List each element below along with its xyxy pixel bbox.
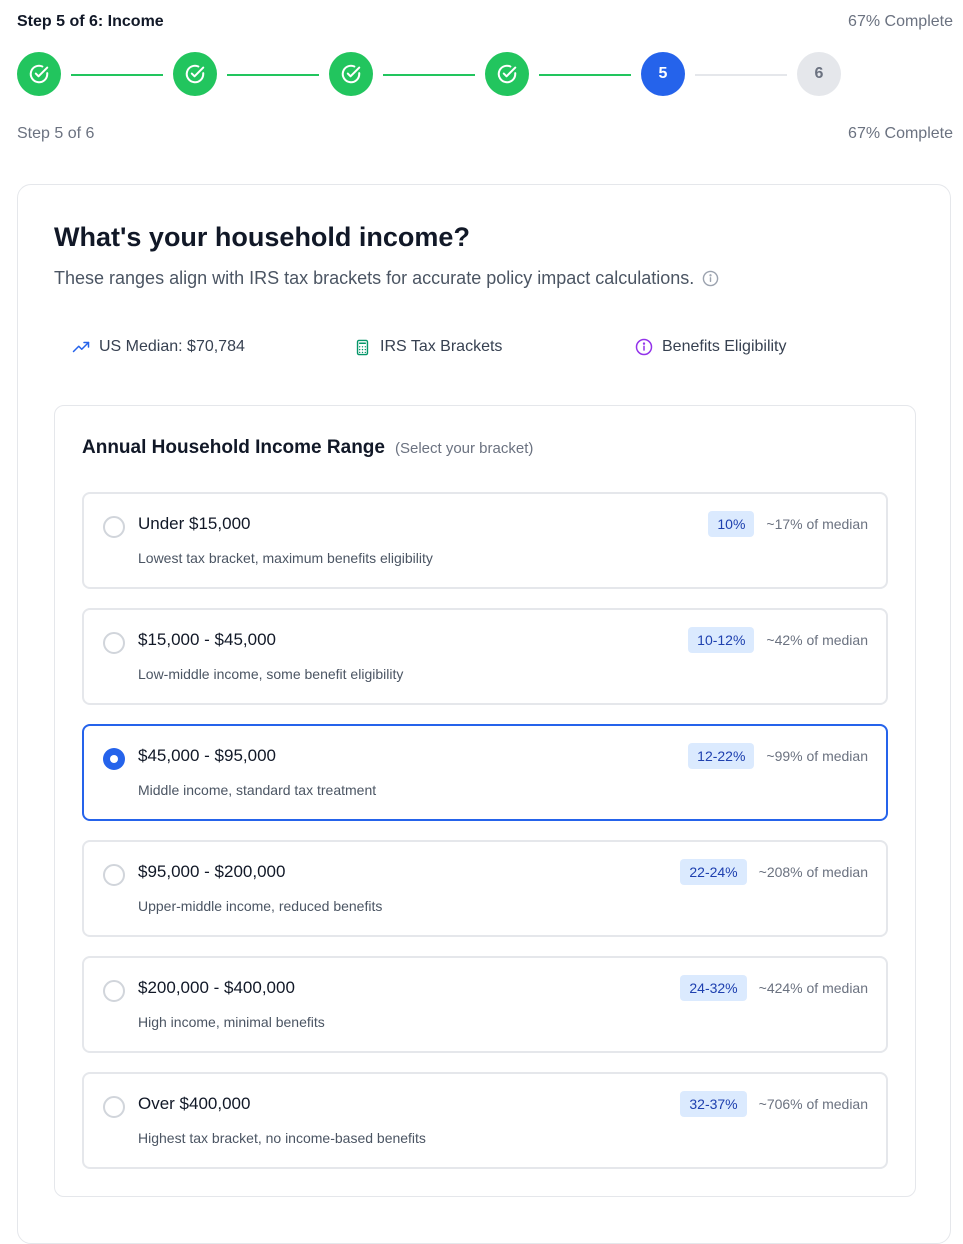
- option-label: $15,000 - $45,000: [138, 630, 277, 649]
- income-option-45k-95k[interactable]: $45,000 - $95,000 Middle income, standar…: [82, 724, 888, 821]
- info-icon[interactable]: [702, 270, 719, 287]
- info-tax-brackets: IRS Tax Brackets: [354, 338, 502, 356]
- option-meta: 10% ~17% of median: [708, 511, 868, 537]
- info-benefits: Benefits Eligibility: [635, 338, 787, 356]
- step-6-pending: 6: [797, 52, 841, 96]
- check-circle-icon: [497, 64, 517, 84]
- median-percent: ~17% of median: [766, 516, 868, 532]
- info-benefits-label: Benefits Eligibility: [662, 338, 787, 355]
- step-connector: [71, 74, 163, 76]
- radio-button-selected[interactable]: [103, 748, 125, 770]
- calculator-icon: [356, 339, 369, 355]
- option-description: Low-middle income, some benefit eligibil…: [138, 666, 404, 682]
- stepper: 5 6: [17, 52, 847, 98]
- option-meta: 12-22% ~99% of median: [688, 743, 868, 769]
- option-meta: 22-24% ~208% of median: [680, 859, 868, 885]
- option-meta: 32-37% ~706% of median: [680, 1091, 868, 1117]
- median-percent: ~42% of median: [766, 632, 868, 648]
- option-meta: 24-32% ~424% of median: [680, 975, 868, 1001]
- radio-button[interactable]: [103, 632, 125, 654]
- step-3-complete: [329, 52, 373, 96]
- median-percent: ~424% of median: [758, 980, 868, 996]
- question-subtitle: These ranges align with IRS tax brackets…: [54, 268, 719, 289]
- option-description: Highest tax bracket, no income-based ben…: [138, 1130, 426, 1146]
- radio-button[interactable]: [103, 980, 125, 1002]
- median-percent: ~208% of median: [758, 864, 868, 880]
- check-circle-icon: [185, 64, 205, 84]
- step-counter: Step 5 of 6: [17, 125, 95, 142]
- tax-bracket-badge: 32-37%: [680, 1091, 747, 1117]
- step-connector: [227, 74, 319, 76]
- check-circle-icon: [29, 64, 49, 84]
- option-description: Lowest tax bracket, maximum benefits eli…: [138, 550, 433, 566]
- option-description: Middle income, standard tax treatment: [138, 782, 377, 798]
- step-2-complete: [173, 52, 217, 96]
- income-range-title: Annual Household Income Range: [82, 437, 385, 458]
- step-4-complete: [485, 52, 529, 96]
- tax-bracket-badge: 24-32%: [680, 975, 747, 1001]
- step-connector: [539, 74, 631, 76]
- income-range-heading: Annual Household Income Range (Select yo…: [82, 437, 533, 459]
- info-median: US Median: $70,784: [72, 338, 245, 356]
- trending-up-icon: [72, 341, 90, 353]
- option-label: Under $15,000: [138, 514, 251, 533]
- tax-bracket-badge: 10-12%: [688, 627, 755, 653]
- median-percent: ~99% of median: [766, 748, 868, 764]
- info-tax-brackets-label: IRS Tax Brackets: [380, 338, 503, 355]
- info-median-label: US Median: $70,784: [99, 338, 245, 355]
- progress-percent-secondary: 67% Complete: [848, 125, 953, 142]
- radio-button[interactable]: [103, 516, 125, 538]
- option-label: Over $400,000: [138, 1094, 251, 1113]
- tax-bracket-badge: 10%: [708, 511, 755, 537]
- option-label: $200,000 - $400,000: [138, 978, 295, 997]
- income-option-95k-200k[interactable]: $95,000 - $200,000 Upper-middle income, …: [82, 840, 888, 937]
- option-description: Upper-middle income, reduced benefits: [138, 898, 383, 914]
- option-description: High income, minimal benefits: [138, 1014, 325, 1030]
- step-connector: [695, 74, 787, 76]
- tax-bracket-badge: 12-22%: [688, 743, 755, 769]
- option-meta: 10-12% ~42% of median: [688, 627, 868, 653]
- tax-bracket-badge: 22-24%: [680, 859, 747, 885]
- radio-button[interactable]: [103, 1096, 125, 1118]
- question-title: What's your household income?: [54, 222, 470, 252]
- income-option-under-15k[interactable]: Under $15,000 Lowest tax bracket, maximu…: [82, 492, 888, 589]
- check-circle-icon: [341, 64, 361, 84]
- option-label: $95,000 - $200,000: [138, 862, 286, 881]
- step-5-current: 5: [641, 52, 685, 96]
- step-1-complete: [17, 52, 61, 96]
- income-range-hint: (Select your bracket): [394, 440, 534, 457]
- income-option-200k-400k[interactable]: $200,000 - $400,000 High income, minimal…: [82, 956, 888, 1053]
- info-circle-icon: [635, 338, 653, 356]
- question-subtitle-text: These ranges align with IRS tax brackets…: [54, 268, 695, 288]
- step-connector: [383, 74, 475, 76]
- median-percent: ~706% of median: [758, 1096, 868, 1112]
- progress-percent: 67% Complete: [848, 13, 953, 30]
- page-step-title: Step 5 of 6: Income: [17, 13, 164, 30]
- radio-button[interactable]: [103, 864, 125, 886]
- income-option-over-400k[interactable]: Over $400,000 Highest tax bracket, no in…: [82, 1072, 888, 1169]
- income-option-15k-45k[interactable]: $15,000 - $45,000 Low-middle income, som…: [82, 608, 888, 705]
- option-label: $45,000 - $95,000: [138, 746, 277, 765]
